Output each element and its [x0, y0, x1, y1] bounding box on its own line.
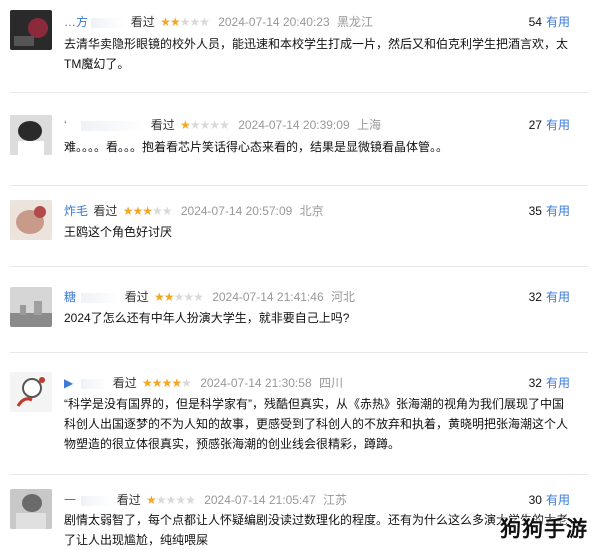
- review-location: 江苏: [322, 493, 347, 507]
- useful-votes: 35 有用: [529, 203, 570, 219]
- review-meta: 炸毛 看过 ★★★★★ 2024-07-14 20:57:09 北京: [64, 203, 324, 219]
- review-time: 2024-07-14 21:41:46: [212, 290, 324, 304]
- useful-votes: 54 有用: [529, 14, 570, 30]
- avatar-image: [10, 200, 52, 240]
- review-meta: …方 看过 ★★★★★ 2024-07-14 20:40:23 黑龙江: [64, 14, 373, 30]
- review-time: 2024-07-14 20:39:09: [238, 118, 350, 132]
- rating-stars: ★★★★★: [122, 204, 173, 218]
- username-redaction: [81, 378, 108, 389]
- username-link[interactable]: 糖: [64, 289, 78, 305]
- divider: [10, 185, 588, 186]
- avatar-image: [10, 489, 52, 529]
- rating-stars: ★★★★★: [154, 290, 204, 304]
- rating-stars: ★★★★★: [180, 118, 230, 132]
- username-link[interactable]: ‘: [64, 117, 78, 133]
- avatar-image: [10, 115, 52, 155]
- vote-count: 30: [528, 493, 542, 507]
- username-link[interactable]: …方: [64, 14, 88, 30]
- useful-button[interactable]: 有用: [546, 376, 570, 390]
- divider: [10, 474, 588, 475]
- review-time: 2024-07-14 21:30:58: [200, 376, 312, 390]
- vote-count: 35: [528, 204, 542, 218]
- review-location: 北京: [299, 204, 324, 218]
- username-redaction: [81, 495, 112, 506]
- useful-votes: 27 有用: [529, 117, 570, 133]
- watched-status: 看过: [93, 204, 118, 218]
- review-location: 河北: [330, 290, 355, 304]
- useful-votes: 32 有用: [529, 289, 570, 305]
- username-link[interactable]: 一: [64, 492, 78, 508]
- avatar[interactable]: [10, 200, 52, 240]
- avatar[interactable]: [10, 115, 52, 155]
- username-redaction: [91, 17, 126, 28]
- review-text: “科学是没有国界的，但是科学家有”，残酷但真实，从《赤热》张海潮的视角为我们展现…: [64, 397, 569, 451]
- divider: [10, 266, 588, 267]
- review-location: 四川: [318, 376, 343, 390]
- watched-status: 看过: [116, 493, 141, 507]
- vote-count: 32: [528, 290, 542, 304]
- review-text: 去清华卖隐形眼镜的校外人员，能迅速和本校学生打成一片，然后又和伯克利学生把酒言欢…: [64, 37, 569, 71]
- rating-stars: ★★★★★: [160, 15, 210, 29]
- review-location: 黑龙江: [336, 15, 373, 29]
- vote-count: 32: [528, 376, 542, 390]
- review-meta: 糖 看过 ★★★★★ 2024-07-14 21:41:46 河北: [64, 289, 355, 305]
- avatar-image: [10, 287, 52, 327]
- watched-status: 看过: [150, 118, 175, 132]
- review-location: 上海: [356, 118, 381, 132]
- avatar-image: [10, 10, 52, 50]
- avatar-image: [10, 372, 52, 412]
- useful-button[interactable]: 有用: [546, 290, 570, 304]
- useful-button[interactable]: 有用: [546, 204, 570, 218]
- rating-stars: ★★★★★: [146, 493, 196, 507]
- vote-count: 54: [528, 15, 542, 29]
- review-time: 2024-07-14 20:57:09: [180, 204, 293, 218]
- review-time: 2024-07-14 20:40:23: [218, 15, 330, 29]
- review-meta: ‘ 看过 ★★★★★ 2024-07-14 20:39:09 上海: [64, 117, 381, 133]
- divider: [10, 92, 588, 93]
- review-text: 剧情太弱智了，每个点都让人怀疑编剧没读过数理化的程度。还有为什么这么多演大学生的…: [64, 513, 569, 547]
- useful-votes: 30 有用: [529, 492, 570, 508]
- rating-stars: ★★★★★: [142, 376, 192, 390]
- review-meta: ▶ 看过 ★★★★★ 2024-07-14 21:30:58 四川: [64, 375, 343, 391]
- useful-votes: 32 有用: [529, 375, 570, 391]
- useful-button[interactable]: 有用: [546, 118, 570, 132]
- username-link[interactable]: ▶: [64, 375, 78, 391]
- divider: [10, 352, 588, 353]
- review-meta: 一 看过 ★★★★★ 2024-07-14 21:05:47 江苏: [64, 492, 347, 508]
- review-text: 难。。。。看。。。抱着看芯片笑话得心态来看的，结果是显微镜看晶体管。。: [64, 140, 449, 154]
- avatar[interactable]: [10, 287, 52, 327]
- useful-button[interactable]: 有用: [546, 15, 570, 29]
- useful-button[interactable]: 有用: [546, 493, 570, 507]
- review-text: 王鸥这个角色好讨厌: [64, 225, 173, 239]
- avatar[interactable]: [10, 489, 52, 529]
- vote-count: 27: [528, 118, 542, 132]
- avatar[interactable]: [10, 372, 52, 412]
- review-time: 2024-07-14 21:05:47: [204, 493, 316, 507]
- username-redaction: [81, 292, 120, 303]
- username-redaction: [81, 120, 146, 131]
- watched-status: 看过: [130, 15, 155, 29]
- avatar[interactable]: [10, 10, 52, 50]
- username-link[interactable]: 炸毛: [64, 203, 88, 219]
- watched-status: 看过: [124, 290, 149, 304]
- review-text: 2024了怎么还有中年人扮演大学生，就非要自己上吗?: [64, 311, 350, 325]
- watched-status: 看过: [112, 376, 137, 390]
- site-watermark: 狗狗手游: [500, 517, 588, 541]
